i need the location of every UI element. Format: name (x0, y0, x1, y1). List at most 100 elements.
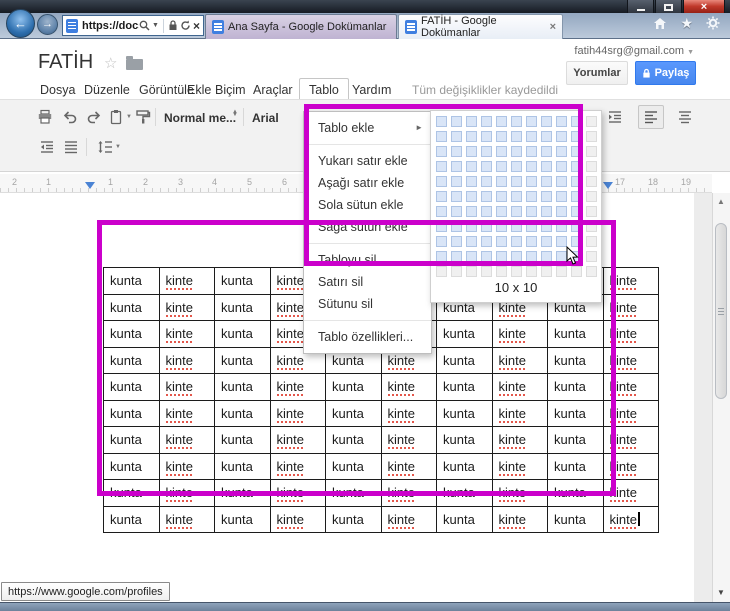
indent-decrease-icon[interactable] (38, 138, 56, 156)
refresh-icon[interactable] (180, 20, 191, 31)
cell-word-misspelled: kinte (277, 512, 304, 527)
table-cell[interactable]: kinte (603, 506, 659, 533)
line-spacing-icon[interactable] (96, 138, 114, 156)
left-indent-marker[interactable] (85, 182, 95, 189)
cell-word-misspelled: kinte (499, 512, 526, 527)
menubar-item-3[interactable]: Görüntüle (139, 83, 194, 97)
url-text[interactable]: https://docs.goo... (82, 20, 139, 32)
annotation-rectangle-table (97, 220, 616, 496)
menubar-item-6[interactable]: Araçlar (253, 83, 293, 97)
align-left-button-selected[interactable] (638, 105, 664, 129)
address-bar[interactable]: https://docs.goo... ▼ × (62, 15, 204, 36)
paste-icon[interactable] (107, 108, 125, 126)
table-cell[interactable]: kinte (159, 506, 215, 533)
table-cell[interactable]: kunta (437, 506, 493, 533)
cell-word: kunta (554, 512, 586, 527)
cell-word: kunta (332, 512, 364, 527)
maximize-icon (664, 4, 673, 11)
style-stepper-icon[interactable]: ▲▼ (232, 111, 238, 118)
redo-icon[interactable] (85, 108, 103, 126)
paint-format-icon[interactable] (134, 108, 152, 126)
tab-close-icon[interactable]: × (550, 21, 556, 33)
undo-icon[interactable] (61, 108, 79, 126)
grid-cell[interactable] (586, 191, 597, 202)
grid-cell[interactable] (586, 131, 597, 142)
scrollbar-thumb[interactable] (715, 223, 727, 399)
mouse-cursor-icon (566, 246, 580, 266)
paste-dropdown-icon[interactable]: ▼ (126, 114, 132, 120)
docs-favicon (66, 19, 78, 33)
tab-favicon (405, 20, 417, 34)
menubar-item-4[interactable]: Ekle (187, 83, 211, 97)
search-dropdown-icon[interactable]: ▼ (152, 22, 159, 29)
back-arrow-icon: ← (14, 17, 27, 30)
browser-window: × ← → https://docs.goo... ▼ × Ana Sayfa … (0, 0, 730, 611)
grid-cell[interactable] (586, 206, 597, 217)
close-icon: × (701, 2, 707, 13)
cell-word: kunta (221, 512, 253, 527)
justify-icon[interactable] (62, 138, 80, 156)
menubar-item-2[interactable]: Düzenle (84, 83, 130, 97)
star-document-icon[interactable]: ☆ (104, 54, 117, 72)
window-titlebar[interactable]: × (0, 0, 730, 13)
font-selector[interactable]: Arial (252, 111, 279, 125)
align-center-icon[interactable] (676, 108, 694, 126)
search-icon[interactable] (139, 20, 150, 31)
tab-ana-sayfa[interactable]: Ana Sayfa - Google Dokümanlar (205, 14, 397, 39)
folder-icon[interactable] (126, 59, 143, 70)
grid-cell[interactable] (586, 161, 597, 172)
ruler-number: 6 (282, 177, 287, 187)
indent-icon[interactable] (606, 108, 624, 126)
menubar-item-1[interactable]: Dosya (40, 83, 75, 97)
ruler-number: 2 (143, 177, 148, 187)
back-button[interactable]: ← (6, 9, 35, 38)
table-cell[interactable]: kunta (215, 506, 271, 533)
grid-cell[interactable] (586, 146, 597, 157)
ruler-number: 19 (681, 177, 691, 187)
account-menu[interactable]: fatih44srg@gmail.com ▼ (574, 45, 694, 57)
grid-cell[interactable] (586, 176, 597, 187)
lock-icon (168, 20, 178, 31)
minimize-icon (637, 9, 645, 11)
ruler-number: 1 (108, 177, 113, 187)
text-cursor (638, 512, 640, 526)
status-url-tooltip: https://www.google.com/profiles (1, 582, 170, 601)
ruler-number: 5 (247, 177, 252, 187)
cell-word: kunta (443, 512, 475, 527)
grid-cell[interactable] (586, 116, 597, 127)
scroll-up-icon[interactable]: ▲ (717, 198, 725, 206)
ruler-number: 18 (648, 177, 658, 187)
menubar-item-8[interactable]: Yardım (352, 83, 391, 97)
tab-favicon (212, 20, 224, 34)
ruler-number: 4 (212, 177, 217, 187)
menubar-item-5[interactable]: Biçim (215, 83, 246, 97)
line-spacing-dropdown-icon[interactable]: ▼ (115, 144, 121, 150)
tools-gear-icon[interactable] (706, 16, 720, 30)
divider (155, 108, 156, 126)
favorites-star-icon[interactable]: ★ (680, 16, 693, 30)
ruler-number: 3 (178, 177, 183, 187)
home-icon[interactable] (653, 17, 667, 30)
divider (243, 108, 244, 126)
table-cell[interactable]: kinte (492, 506, 548, 533)
tab-fatih[interactable]: FATİH - Google Dokümanlar × (398, 14, 563, 39)
divider (163, 19, 164, 33)
vertical-scrollbar[interactable]: ▲ ▼ (712, 193, 730, 602)
ruler-number: 1 (46, 177, 51, 187)
table-cell[interactable]: kinte (381, 506, 437, 533)
table-cell[interactable]: kunta (548, 506, 604, 533)
stop-icon[interactable]: × (193, 20, 200, 32)
table-cell[interactable]: kunta (104, 506, 160, 533)
table-cell[interactable]: kunta (326, 506, 382, 533)
document-title[interactable]: FATİH (38, 51, 93, 74)
table-cell[interactable]: kinte (270, 506, 326, 533)
cell-word-misspelled: kinte (610, 512, 637, 527)
table-row: kuntakintekuntakintekuntakintekuntakinte… (104, 506, 659, 533)
save-status: Tüm değişiklikler kaydedildi (412, 83, 558, 97)
right-indent-marker[interactable] (603, 182, 613, 189)
forward-button[interactable]: → (37, 14, 58, 35)
scroll-down-icon[interactable]: ▼ (717, 589, 725, 597)
chevron-down-icon: ▼ (687, 49, 694, 56)
style-selector[interactable]: Normal me... (164, 111, 236, 125)
print-icon[interactable] (36, 108, 54, 126)
